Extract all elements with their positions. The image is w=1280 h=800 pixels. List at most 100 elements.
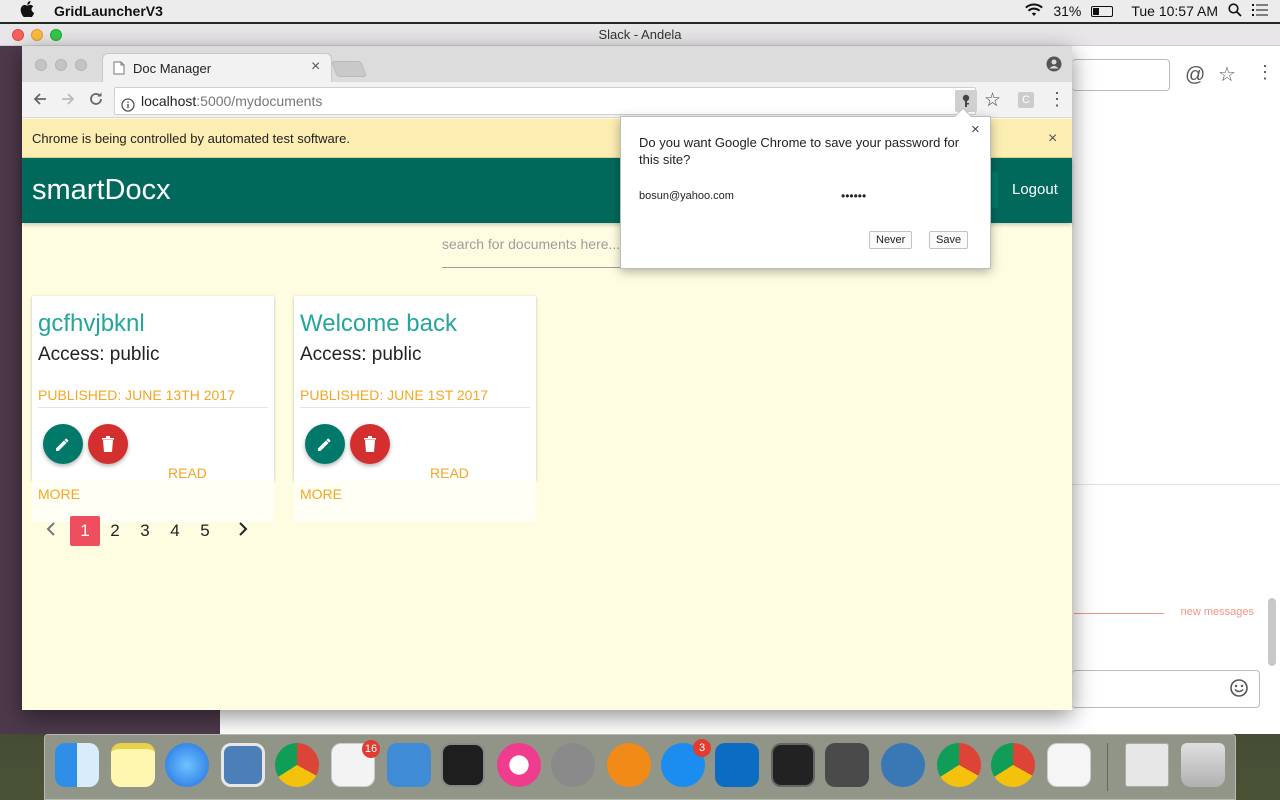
document-access: Access: public bbox=[300, 344, 422, 365]
notification-center-icon[interactable] bbox=[1252, 3, 1268, 19]
nav-item-separator bbox=[992, 172, 998, 208]
bookmark-star-icon[interactable]: ☆ bbox=[984, 89, 1001, 112]
slack-window-title: Slack - Andela bbox=[598, 27, 682, 42]
page-3-button[interactable]: 3 bbox=[130, 516, 160, 546]
emoji-icon[interactable] bbox=[1229, 678, 1249, 703]
brand-logo[interactable]: smartDocx bbox=[32, 174, 171, 207]
document-card: Welcome back Access: public PUBLISHED: J… bbox=[294, 296, 536, 522]
page-favicon bbox=[113, 61, 125, 78]
delete-document-button[interactable] bbox=[350, 424, 390, 464]
chrome-menu-icon[interactable]: ⋮ bbox=[1048, 89, 1066, 110]
infobar-close-icon[interactable]: × bbox=[1048, 119, 1057, 159]
clock[interactable]: Tue 10:57 AM bbox=[1131, 3, 1218, 19]
wifi-icon[interactable] bbox=[1025, 2, 1044, 20]
card-divider bbox=[300, 407, 530, 408]
previous-page-chevron-icon[interactable] bbox=[36, 516, 66, 546]
address-bar[interactable]: localhost:5000/mydocuments bbox=[114, 87, 977, 115]
chrome-canary-icon[interactable] bbox=[937, 743, 981, 787]
tab-close-icon[interactable]: × bbox=[311, 58, 320, 76]
reload-icon[interactable] bbox=[88, 91, 104, 112]
delete-document-button[interactable] bbox=[88, 424, 128, 464]
slack-scrollbar[interactable] bbox=[1268, 598, 1276, 666]
back-arrow-icon[interactable] bbox=[32, 91, 48, 112]
forward-arrow-icon[interactable] bbox=[60, 91, 76, 112]
postgres-icon[interactable] bbox=[881, 743, 925, 787]
password-key-icon[interactable] bbox=[955, 90, 977, 112]
document-card: gcfhvjbknl Access: public PUBLISHED: JUN… bbox=[32, 296, 274, 522]
mentions-icon[interactable]: @ bbox=[1185, 64, 1205, 87]
maximize-window-button[interactable] bbox=[50, 29, 62, 41]
extension-icon[interactable]: C bbox=[1018, 92, 1034, 108]
search-placeholder: search for documents here... bbox=[442, 236, 621, 252]
finder-icon[interactable] bbox=[55, 743, 99, 787]
mac-menubar: GridLauncherV3 31% Tue 10:57 AM bbox=[0, 0, 1280, 22]
active-app-name[interactable]: GridLauncherV3 bbox=[54, 3, 163, 19]
page-2-button[interactable]: 2 bbox=[100, 516, 130, 546]
document-published-date: PUBLISHED: JUNE 13TH 2017 bbox=[38, 387, 235, 403]
sublime-text-icon[interactable] bbox=[825, 743, 869, 787]
app-store-badge: 3 bbox=[693, 739, 711, 757]
more-vertical-icon[interactable]: ⋮ bbox=[1256, 62, 1274, 83]
new-messages-label: new messages bbox=[1180, 606, 1254, 618]
slack-divider bbox=[1072, 484, 1280, 485]
page-5-button[interactable]: 5 bbox=[190, 516, 220, 546]
close-window-button[interactable] bbox=[12, 29, 24, 41]
edit-document-button[interactable] bbox=[305, 424, 345, 464]
pencil-icon bbox=[318, 438, 331, 451]
read-link[interactable]: READ bbox=[430, 465, 469, 481]
edit-document-button[interactable] bbox=[43, 424, 83, 464]
preview-icon[interactable] bbox=[221, 743, 265, 787]
battery-icon[interactable] bbox=[1091, 5, 1114, 17]
itunes-icon[interactable] bbox=[497, 743, 541, 787]
site-info-icon[interactable] bbox=[121, 94, 135, 120]
dialog-close-icon[interactable]: × bbox=[971, 121, 980, 138]
safari-icon[interactable] bbox=[165, 743, 209, 787]
trash-icon bbox=[364, 436, 376, 452]
vscode-icon[interactable] bbox=[715, 743, 759, 787]
battery-percent[interactable]: 31% bbox=[1053, 3, 1081, 19]
slack-search-input[interactable] bbox=[1072, 59, 1170, 91]
document-access: Access: public bbox=[38, 344, 160, 365]
java-icon[interactable] bbox=[1047, 743, 1091, 787]
chrome-dock-icon[interactable] bbox=[275, 743, 319, 787]
new-tab-button[interactable] bbox=[331, 61, 367, 77]
document-title[interactable]: gcfhvjbknl bbox=[38, 310, 145, 338]
page-1-button[interactable]: 1 bbox=[70, 516, 100, 546]
profile-icon[interactable] bbox=[1046, 56, 1062, 77]
more-link[interactable]: MORE bbox=[300, 486, 342, 502]
keynote-icon[interactable] bbox=[387, 743, 431, 787]
chrome-minimize-button[interactable] bbox=[55, 59, 67, 71]
new-messages-divider: new messages bbox=[1074, 606, 1254, 618]
read-link[interactable]: READ bbox=[168, 465, 207, 481]
slack-message-input[interactable] bbox=[1072, 670, 1260, 708]
logout-link[interactable]: Logout bbox=[1012, 181, 1058, 198]
save-button[interactable]: Save bbox=[929, 231, 969, 249]
chrome-second-icon[interactable] bbox=[991, 743, 1035, 787]
mac-dock: 16 3 bbox=[44, 734, 1236, 800]
star-icon[interactable]: ☆ bbox=[1218, 62, 1236, 87]
ibooks-icon[interactable] bbox=[607, 743, 651, 787]
slack-dock-icon[interactable]: 16 bbox=[331, 740, 380, 787]
minimize-window-button[interactable] bbox=[31, 29, 43, 41]
apple-menu-icon[interactable] bbox=[20, 1, 35, 21]
url-path: :5000/mydocuments bbox=[196, 93, 323, 109]
notes-icon[interactable] bbox=[111, 743, 155, 787]
app-store-icon[interactable]: 3 bbox=[661, 739, 711, 787]
downloads-stack-icon[interactable] bbox=[1125, 743, 1169, 787]
terminal-dark-icon[interactable] bbox=[771, 743, 815, 787]
chrome-maximize-button[interactable] bbox=[75, 59, 87, 71]
never-button[interactable]: Never bbox=[869, 231, 913, 249]
page-4-button[interactable]: 4 bbox=[160, 516, 190, 546]
document-title[interactable]: Welcome back bbox=[300, 310, 457, 338]
system-preferences-icon[interactable] bbox=[551, 743, 595, 787]
chrome-close-button[interactable] bbox=[35, 59, 47, 71]
search-input[interactable]: search for documents here... bbox=[442, 234, 632, 268]
more-link[interactable]: MORE bbox=[38, 486, 80, 502]
spotlight-search-icon[interactable] bbox=[1228, 2, 1242, 20]
tab-doc-manager[interactable]: Doc Manager × bbox=[102, 53, 332, 82]
next-page-chevron-icon[interactable] bbox=[228, 516, 258, 546]
card-divider bbox=[38, 407, 268, 408]
saved-username: bosun@yahoo.com bbox=[639, 190, 734, 202]
terminal-icon[interactable] bbox=[441, 743, 485, 787]
trash-dock-icon[interactable] bbox=[1181, 743, 1225, 787]
